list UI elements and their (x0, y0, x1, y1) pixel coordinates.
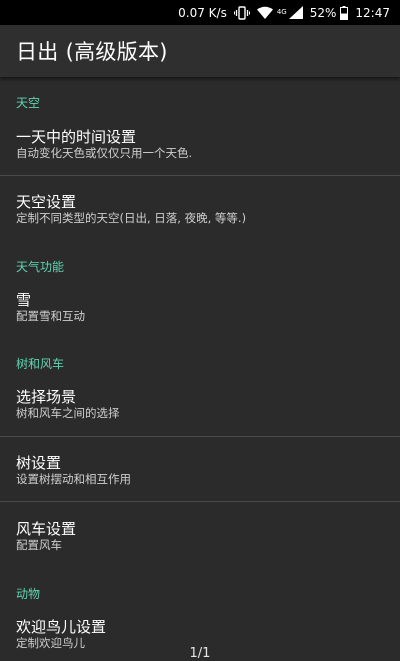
section-header-sky: 天空 (16, 96, 41, 110)
pref-title: 雪 (16, 291, 32, 309)
pref-summary: 树和风车之间的选择 (16, 406, 120, 420)
divider (0, 501, 400, 502)
pref-summary: 设置树摆动和相互作用 (16, 472, 131, 486)
divider (0, 436, 400, 437)
battery-icon (340, 5, 349, 20)
section-header-animals: 动物 (16, 587, 41, 601)
pref-title: 树设置 (16, 454, 62, 472)
pref-summary: 自动变化天色或仅仅只用一个天色. (16, 146, 193, 160)
pref-title: 欢迎鸟儿设置 (16, 618, 107, 636)
pref-sky-settings[interactable]: 天空设置 定制不同类型的天空(日出, 日落, 夜晚, 等等.) (0, 180, 400, 238)
status-bar: 0.07 K/s 4G 52% 12:47 (0, 0, 400, 25)
pref-title: 选择场景 (16, 388, 77, 406)
wifi-icon (256, 6, 273, 19)
vibrate-icon (233, 5, 250, 20)
pref-windmill[interactable]: 风车设置 配置风车 (0, 507, 400, 565)
network-speed: 0.07 K/s (178, 5, 227, 20)
pref-tree[interactable]: 树设置 设置树摆动和相互作用 (0, 441, 400, 499)
pref-title: 一天中的时间设置 (16, 128, 137, 146)
clock: 12:47 (355, 5, 390, 20)
pref-title: 天空设置 (16, 193, 77, 211)
pref-time-of-day[interactable]: 一天中的时间设置 自动变化天色或仅仅只用一个天色. (0, 115, 400, 173)
divider (0, 175, 400, 176)
preferences-list[interactable]: 天空 一天中的时间设置 自动变化天色或仅仅只用一个天色. 天空设置 定制不同类型… (0, 77, 400, 661)
cell-signal-icon (288, 6, 303, 19)
pref-summary: 定制不同类型的天空(日出, 日落, 夜晚, 等等.) (16, 211, 247, 225)
section-header-trees: 树和风车 (16, 357, 65, 371)
page-indicator: 1/1 (189, 646, 211, 661)
battery-percentage: 52% (309, 5, 337, 20)
pref-snow[interactable]: 雪 配置雪和互动 (0, 278, 400, 336)
signal-type-label: 4G (276, 8, 287, 16)
pref-summary: 配置雪和互动 (16, 309, 85, 323)
pref-scene[interactable]: 选择场景 树和风车之间的选择 (0, 375, 400, 433)
app-bar: 日出 (高级版本) (0, 25, 400, 77)
section-header-weather: 天气功能 (16, 260, 65, 274)
pref-title: 风车设置 (16, 520, 77, 538)
pref-summary: 配置风车 (16, 538, 62, 552)
app-title: 日出 (高级版本) (16, 40, 168, 64)
